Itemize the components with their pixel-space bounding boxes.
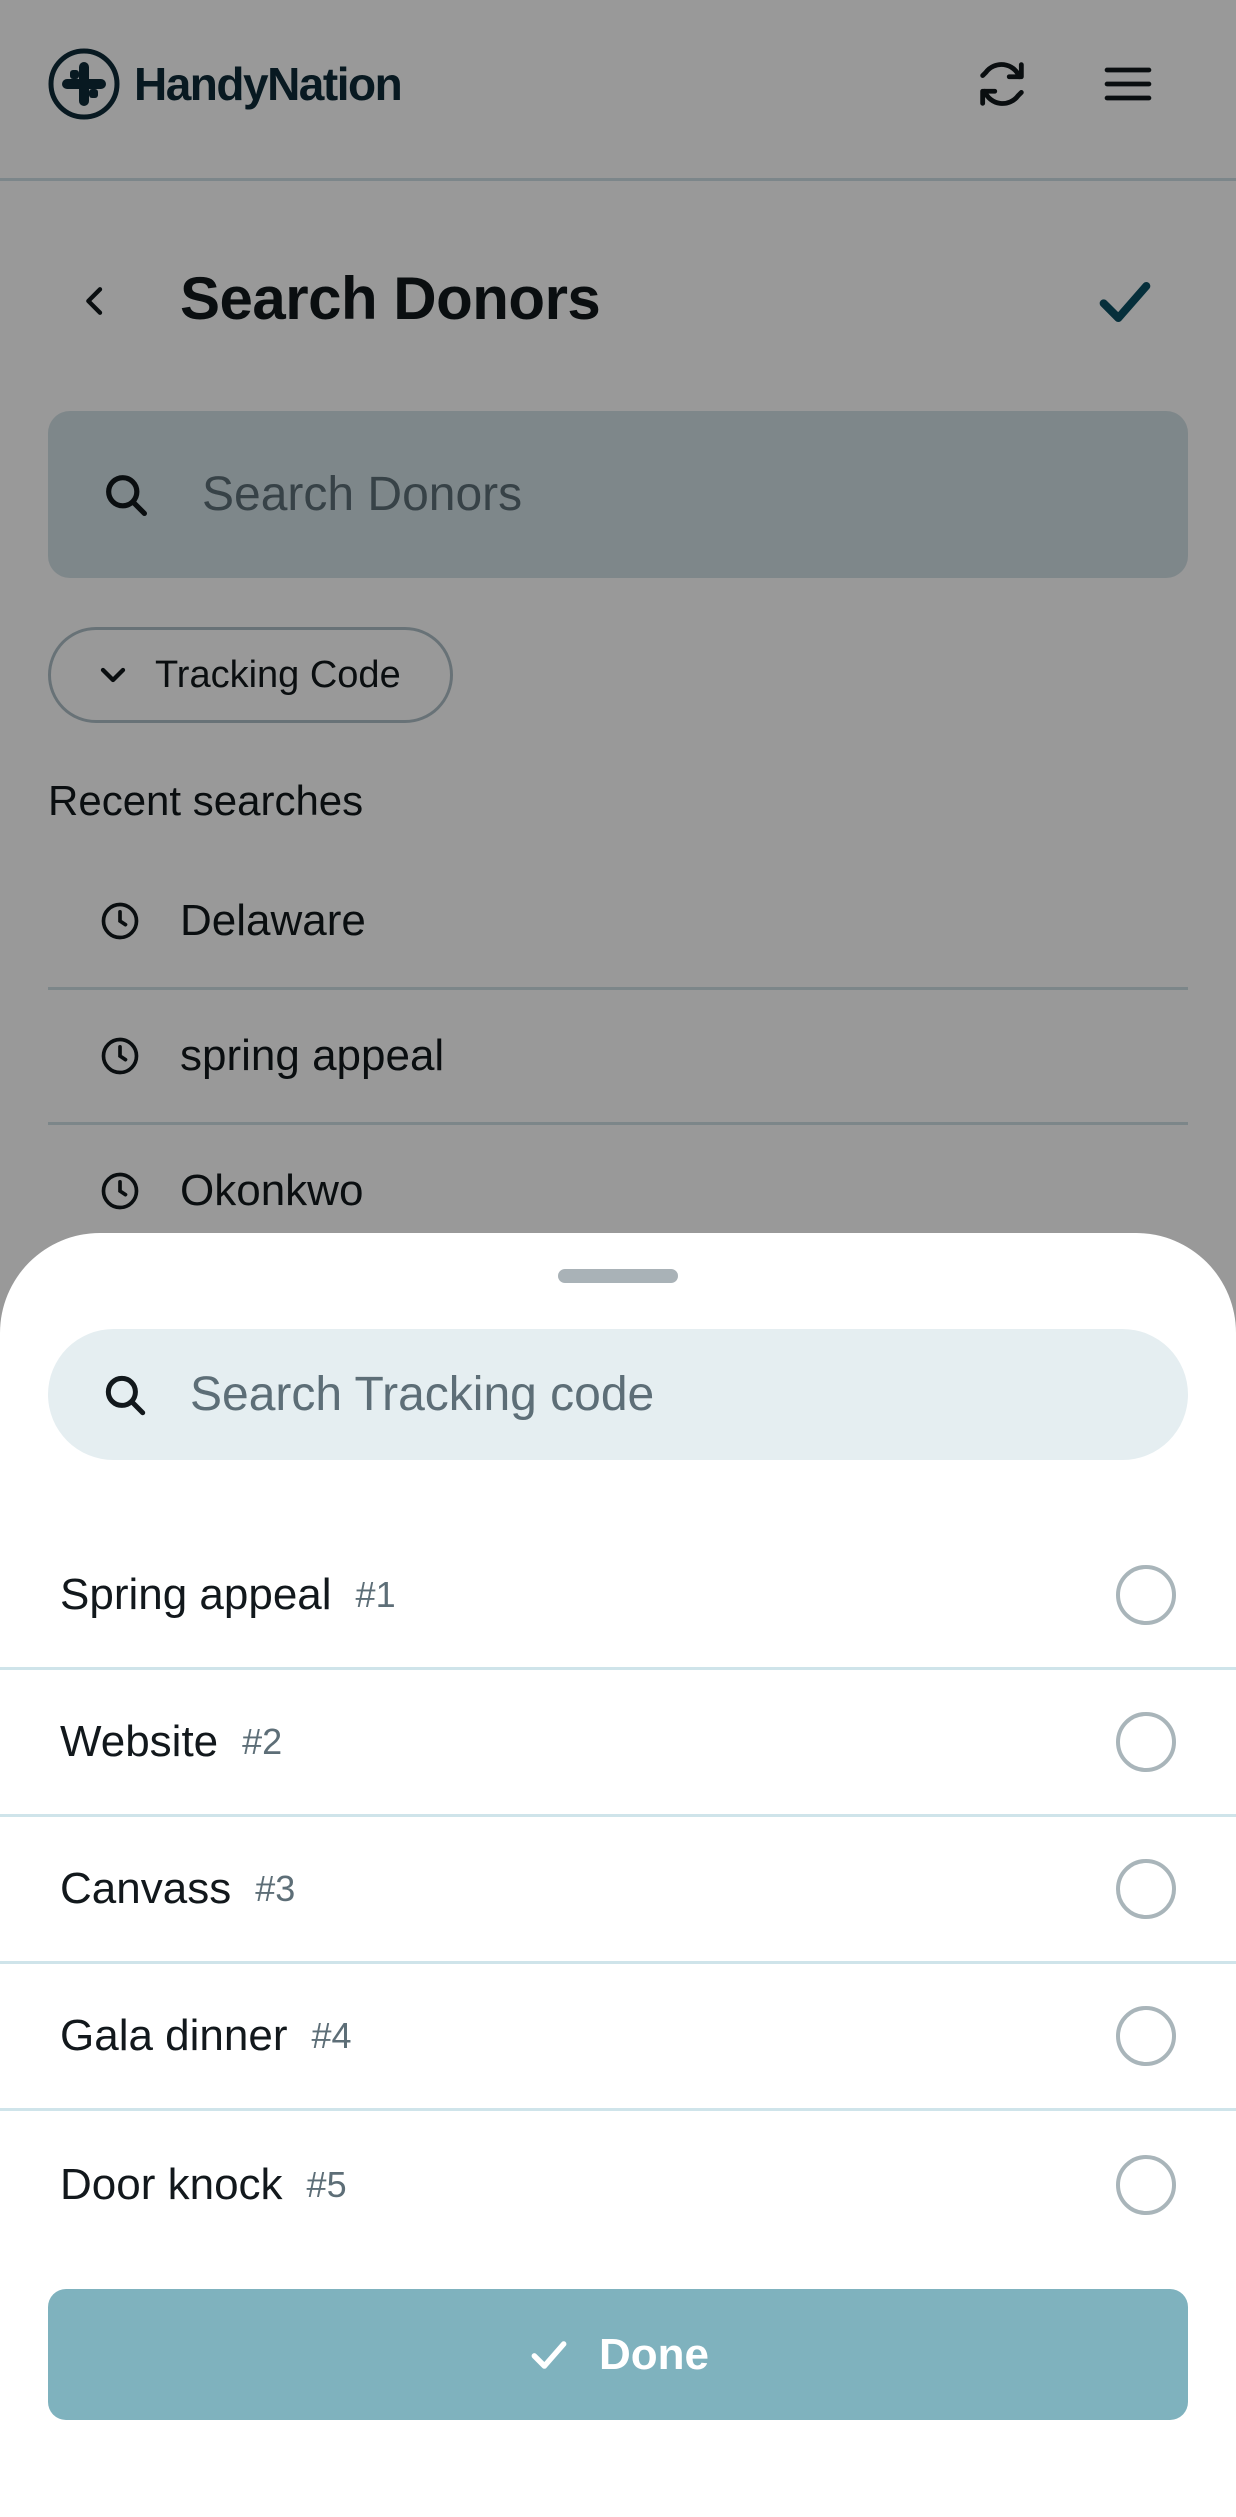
option-name: Canvass [60, 1864, 232, 1913]
option-name: Spring appeal [60, 1570, 332, 1619]
option-number: #3 [255, 1868, 296, 1909]
tracking-code-option[interactable]: Website #2 [0, 1670, 1236, 1817]
option-name: Website [60, 1717, 219, 1766]
option-number: #5 [306, 2163, 347, 2205]
option-number: #2 [242, 1721, 283, 1762]
done-button-label: Done [599, 2329, 709, 2379]
option-radio[interactable] [1116, 1565, 1176, 1625]
tracking-code-option[interactable]: Door knock #5 [0, 2111, 1236, 2258]
tracking-code-option[interactable]: Spring appeal #1 [0, 1523, 1236, 1670]
tracking-code-option[interactable]: Canvass #3 [0, 1817, 1236, 1964]
option-name: Door knock [60, 2159, 283, 2209]
option-name: Gala dinner [60, 2011, 288, 2060]
option-radio[interactable] [1116, 1712, 1176, 1772]
sheet-drag-handle[interactable] [558, 1269, 678, 1283]
option-radio[interactable] [1116, 2154, 1176, 2215]
option-radio[interactable] [1116, 1859, 1176, 1919]
option-radio[interactable] [1116, 2006, 1176, 2066]
option-number: #1 [355, 1574, 396, 1615]
tracking-code-option[interactable]: Gala dinner #4 [0, 1964, 1236, 2111]
search-icon [105, 1375, 146, 1415]
tracking-code-options: Spring appeal #1 Website #2 Canvass #3 G… [0, 1523, 1236, 2258]
tracking-code-bottom-sheet: Spring appeal #1 Website #2 Canvass #3 G… [0, 1233, 1236, 2517]
done-button[interactable]: Done [48, 2289, 1188, 2420]
option-number: #4 [311, 2015, 352, 2056]
tracking-code-search-bar[interactable] [48, 1329, 1188, 1460]
tracking-code-search-input[interactable] [190, 1367, 1090, 1422]
checkmark-icon [531, 2340, 567, 2369]
